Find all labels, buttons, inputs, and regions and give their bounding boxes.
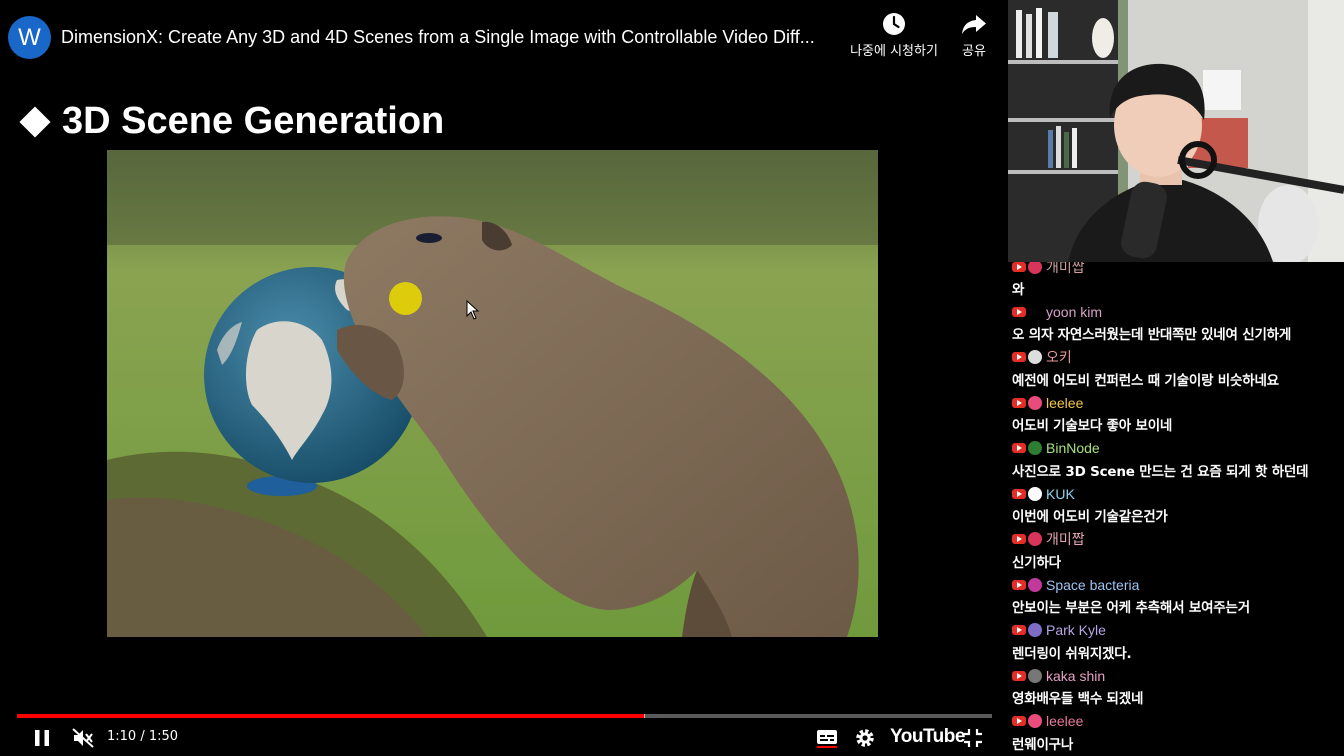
chat-text: 영화배우들 백수 되겠네 [1012, 691, 1144, 707]
member-badge-icon [1012, 397, 1026, 408]
capybara-globe-illustration [107, 150, 878, 637]
chat-text: 오 의자 자연스러웠는데 반대쪽만 있네여 신기하게 [1012, 327, 1292, 343]
chat-author: 개미짭 [1046, 262, 1085, 275]
member-badge-icon [1012, 262, 1026, 272]
member-badge-icon [1012, 488, 1026, 499]
member-badge-icon [1012, 352, 1026, 362]
avatar [1028, 623, 1042, 637]
diamond-bullet-icon [19, 105, 51, 138]
video-title[interactable]: DimensionX: Create Any 3D and 4D Scenes … [61, 27, 841, 48]
chat-message: BinNode 사진으로 3D Scene 만드는 건 요즘 되게 핫 하던데 [1012, 440, 1342, 480]
chat-text: 와 [1012, 282, 1025, 298]
youtube-logo[interactable]: YouTube [890, 726, 965, 748]
chat-message: KUK 이번에 어도비 기술같은건가 [1012, 485, 1342, 525]
chat-message: leelee 런웨이구나 [1012, 713, 1342, 753]
chat-author[interactable]: yoon kim [1046, 304, 1102, 320]
played-bar [17, 714, 644, 718]
chat-text: 사진으로 3D Scene 만드는 건 요즘 되게 핫 하던데 [1012, 463, 1309, 480]
chat-author[interactable]: leelee [1046, 713, 1083, 729]
time-display: 1:10 / 1:50 [107, 729, 179, 744]
chat-message: 개미짭신기하다 [1012, 531, 1342, 571]
avatar [1028, 262, 1042, 274]
cursor-highlight [389, 282, 422, 315]
chat-text: 어도비 기술보다 좋아 보이네 [1012, 418, 1173, 434]
channel-avatar[interactable]: W [8, 16, 51, 59]
share-button[interactable]: 공유 [956, 12, 992, 59]
chat-author[interactable]: Space bacteria [1046, 577, 1139, 593]
avatar [1028, 441, 1042, 455]
member-badge-icon [1012, 716, 1026, 726]
avatar [1028, 304, 1042, 319]
subtitles-button[interactable] [815, 726, 839, 750]
chat-author[interactable]: 개미짭 [1046, 529, 1085, 549]
gear-icon [856, 729, 874, 747]
avatar [1028, 350, 1042, 364]
chat-message-partial: 개미짭 와 [1012, 262, 1342, 298]
slide-title: 3D Scene Generation [18, 100, 444, 143]
member-badge-icon [1012, 443, 1026, 453]
chat-text: 이번에 어도비 기술같은건가 [1012, 509, 1168, 525]
streamer-webcam-illustration [1008, 0, 1344, 262]
member-badge-icon [1012, 306, 1026, 317]
scene-image [107, 150, 878, 637]
chat-text: 렌더링이 쉬워지겠다. [1012, 645, 1132, 662]
progress-bar[interactable] [17, 714, 992, 718]
pause-button[interactable] [30, 726, 54, 750]
chat-text: 예전에 어도비 컨퍼런스 때 기술이랑 비슷하네요 [1012, 372, 1279, 389]
chat-author[interactable]: leelee [1046, 395, 1083, 411]
member-badge-icon [1012, 625, 1026, 635]
chat-message: Park Kyle 렌더링이 쉬워지겠다. [1012, 622, 1342, 662]
exit-fullscreen-icon [964, 729, 982, 747]
chat-text: 안보이는 부분은 어케 추측해서 보여주는거 [1012, 600, 1250, 616]
member-badge-icon [1012, 579, 1026, 590]
watch-later-label: 나중에 시청하기 [850, 44, 938, 59]
chat-author[interactable]: BinNode [1046, 440, 1100, 456]
chat-message: leelee 어도비 기술보다 좋아 보이네 [1012, 394, 1342, 434]
webcam-feed [1008, 0, 1344, 262]
mute-icon [72, 728, 94, 748]
avatar [1028, 486, 1042, 501]
share-arrow-icon [962, 15, 986, 34]
member-badge-icon [1012, 670, 1026, 681]
chat-message: kaka shin 영화배우들 백수 되겠네 [1012, 667, 1342, 707]
avatar [1028, 395, 1042, 410]
avatar [1028, 714, 1042, 728]
chat-text: 런웨이구나 [1012, 736, 1074, 753]
watch-later-button[interactable]: 나중에 시청하기 [846, 12, 942, 59]
settings-button[interactable] [853, 726, 877, 750]
chat-message: Space bacteria 안보이는 부분은 어케 추측해서 보여주는거 [1012, 576, 1342, 616]
video-player[interactable]: W DimensionX: Create Any 3D and 4D Scene… [0, 0, 1008, 756]
member-badge-icon [1012, 534, 1026, 544]
chat-message: 오키예전에 어도비 컨퍼런스 때 기술이랑 비슷하네요 [1012, 349, 1342, 389]
clock-icon [883, 13, 905, 35]
mouse-pointer-icon [466, 300, 480, 320]
live-chat[interactable]: 개미짭 와 yoon kim 오 의자 자연스러웠는데 반대쪽만 있네여 신기하게… [1008, 262, 1344, 756]
chat-author[interactable]: Park Kyle [1046, 622, 1106, 638]
avatar [1028, 532, 1042, 546]
chat-message: yoon kim 오 의자 자연스러웠는데 반대쪽만 있네여 신기하게 [1012, 303, 1342, 343]
mute-button[interactable] [70, 726, 96, 750]
pause-icon [35, 730, 49, 746]
chat-author[interactable]: 오키 [1046, 347, 1072, 367]
chat-author[interactable]: kaka shin [1046, 668, 1105, 684]
subtitles-icon [817, 730, 837, 748]
exit-fullscreen-button[interactable] [961, 726, 985, 750]
chat-author[interactable]: KUK [1046, 486, 1075, 502]
chat-text: 신기하다 [1012, 554, 1061, 571]
avatar [1028, 577, 1042, 592]
avatar [1028, 668, 1042, 683]
share-label: 공유 [962, 44, 986, 59]
